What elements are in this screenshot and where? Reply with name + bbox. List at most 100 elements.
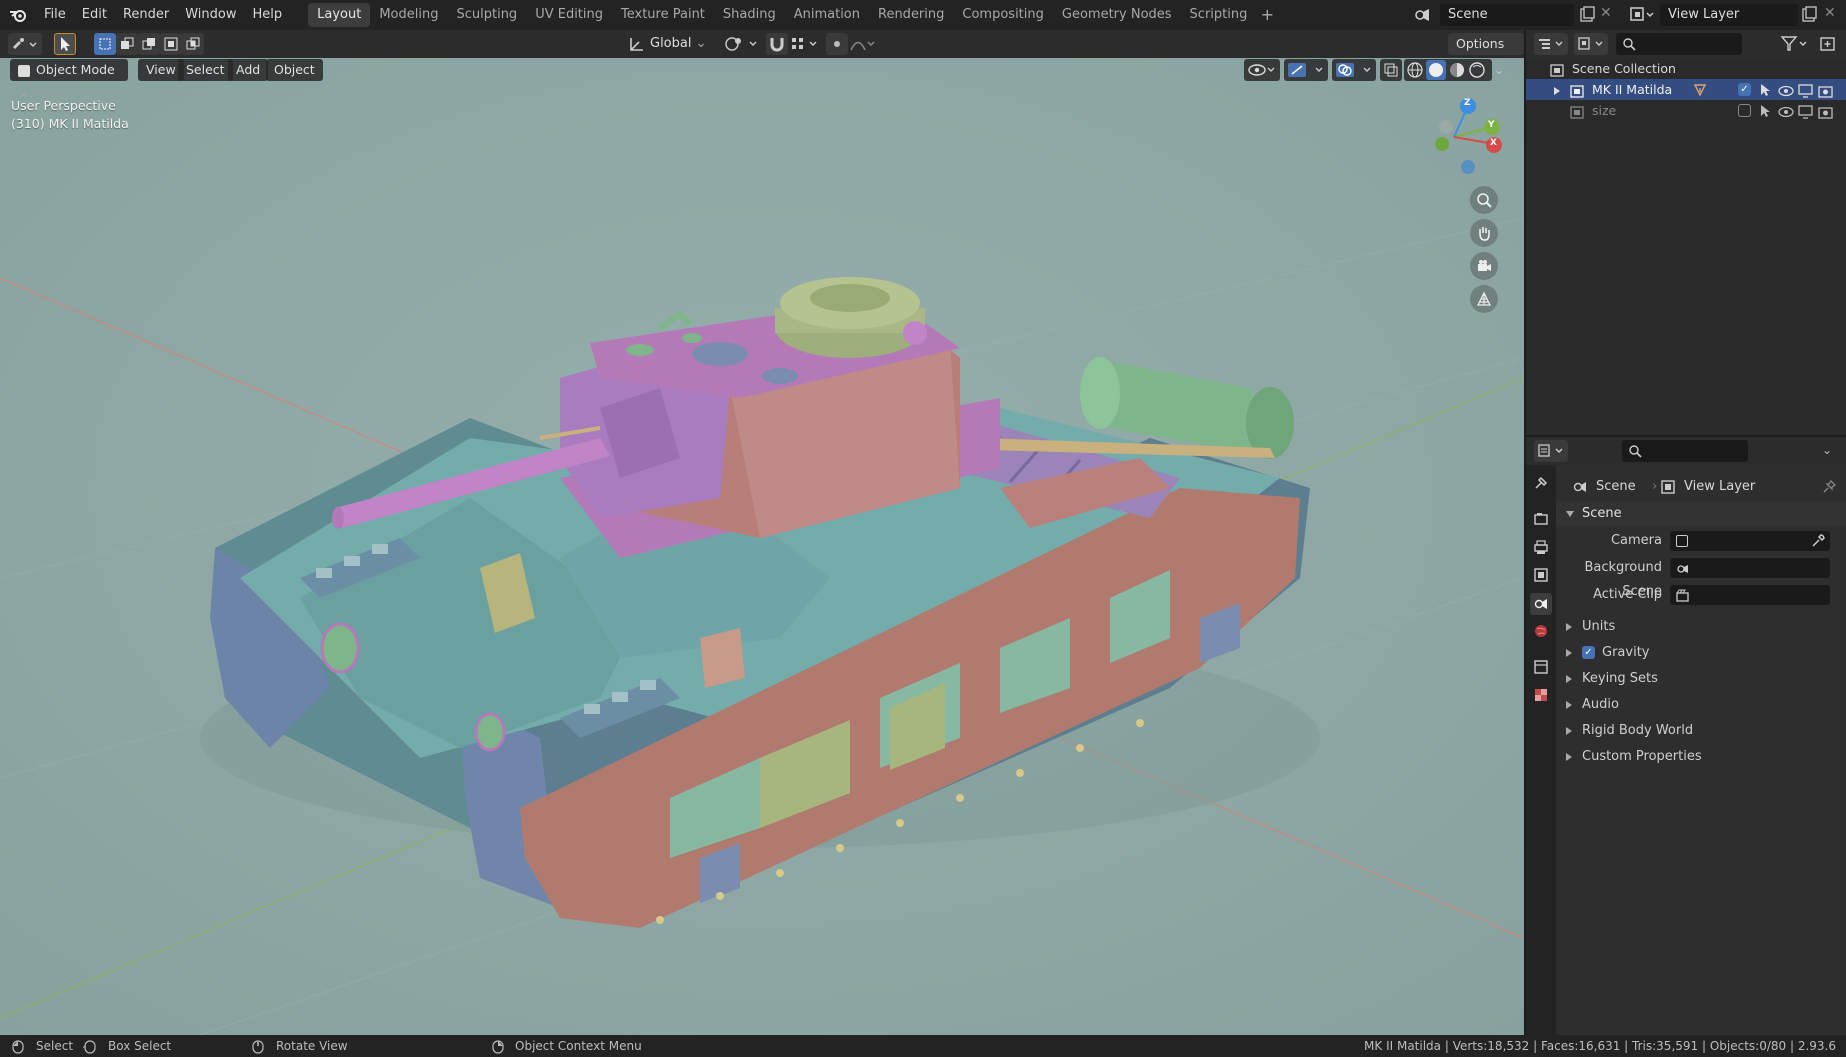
camera-view-icon[interactable] <box>1470 252 1498 280</box>
selectable-arrow-icon[interactable] <box>1758 103 1772 117</box>
menu-help[interactable]: Help <box>245 0 291 30</box>
view-menu[interactable]: View <box>138 59 184 81</box>
tweak-tool-icon[interactable] <box>54 33 76 55</box>
output-tab-icon[interactable] <box>1531 537 1551 557</box>
snap-increment-icon[interactable] <box>788 33 822 55</box>
texture-tab-icon[interactable] <box>1531 685 1551 705</box>
material-shading-icon[interactable] <box>1448 61 1466 79</box>
hide-eye-icon[interactable] <box>1778 104 1794 118</box>
select-extend-icon[interactable] <box>116 33 138 55</box>
tab-modeling[interactable]: Modeling <box>370 3 447 27</box>
scene-name-field[interactable]: Scene <box>1440 4 1574 26</box>
collection-tab-icon[interactable] <box>1531 657 1551 677</box>
outliner-item-mk2-matilda[interactable]: MK II Matilda ✓ <box>1526 79 1846 100</box>
menu-render[interactable]: Render <box>115 0 177 30</box>
gizmo-toggle-icon[interactable] <box>1284 59 1328 81</box>
proportional-edit-icon[interactable] <box>826 33 848 55</box>
gizmo-neg-y-icon[interactable] <box>1435 137 1449 151</box>
render-tab-icon[interactable] <box>1531 509 1551 529</box>
tab-rendering[interactable]: Rendering <box>869 3 953 27</box>
3d-viewport[interactable]: User Perspective (310) MK II Matilda Z Y… <box>0 58 1524 1035</box>
new-scene-icon[interactable] <box>1578 6 1596 24</box>
solid-shading-icon[interactable] <box>1426 60 1446 80</box>
pan-view-hand-icon[interactable] <box>1470 219 1498 247</box>
view-layer-field[interactable]: View Layer <box>1660 4 1798 26</box>
zoom-view-icon[interactable] <box>1470 186 1498 214</box>
tab-compositing[interactable]: Compositing <box>953 3 1053 27</box>
expand-arrow-icon[interactable] <box>1554 79 1568 100</box>
tab-scripting[interactable]: Scripting <box>1181 3 1257 27</box>
tool-tab-icon[interactable] <box>1531 473 1551 493</box>
falloff-icon[interactable] <box>848 33 876 55</box>
exclude-checkbox[interactable] <box>1738 104 1751 117</box>
pivot-point-icon[interactable] <box>722 33 764 55</box>
ortho-toggle-grid-icon[interactable] <box>1470 285 1498 313</box>
audio-panel-header[interactable]: Audio <box>1556 693 1846 717</box>
filter-icon[interactable] <box>1780 34 1810 54</box>
scene-tab-icon[interactable] <box>1530 593 1552 615</box>
rigid-body-world-panel-header[interactable]: Rigid Body World <box>1556 719 1846 743</box>
keying-sets-panel-header[interactable]: Keying Sets <box>1556 667 1846 691</box>
add-workspace-button[interactable]: + <box>1256 4 1278 26</box>
select-menu[interactable]: Select <box>178 59 233 81</box>
menu-edit[interactable]: Edit <box>74 0 115 30</box>
tab-uv-editing[interactable]: UV Editing <box>526 3 612 27</box>
visibility-eye-icon[interactable] <box>1244 59 1280 81</box>
select-invert-icon[interactable] <box>160 33 182 55</box>
scene-section-header[interactable]: Scene <box>1556 502 1846 526</box>
disable-viewport-monitor-icon[interactable] <box>1798 83 1814 98</box>
select-intersect-icon[interactable] <box>182 33 204 55</box>
tab-animation[interactable]: Animation <box>785 3 869 27</box>
world-tab-icon[interactable] <box>1531 621 1551 641</box>
background-scene-field[interactable] <box>1670 558 1830 578</box>
active-clip-field[interactable] <box>1670 585 1830 605</box>
selectable-arrow-icon[interactable] <box>1758 82 1772 96</box>
tab-geometry-nodes[interactable]: Geometry Nodes <box>1053 3 1181 27</box>
select-new-icon[interactable] <box>94 33 116 55</box>
gizmo-neg-z-icon[interactable] <box>1461 160 1475 174</box>
tab-layout[interactable]: Layout <box>308 3 371 27</box>
rendered-shading-icon[interactable] <box>1468 61 1486 79</box>
properties-editor-type-icon[interactable] <box>1534 440 1568 462</box>
gravity-panel-header[interactable]: ✓ Gravity <box>1556 641 1846 665</box>
wireframe-shading-icon[interactable] <box>1406 61 1424 79</box>
navigation-gizmo[interactable]: Z Y X <box>1412 94 1502 184</box>
outliner-item-size[interactable]: size <box>1526 100 1846 121</box>
display-mode-icon[interactable] <box>1574 33 1608 55</box>
gizmo-neg-x-icon[interactable] <box>1439 120 1453 134</box>
mode-dropdown[interactable]: Object Mode ⌄ <box>10 59 128 99</box>
disable-render-camera-icon[interactable] <box>1818 104 1834 119</box>
camera-field[interactable] <box>1670 531 1830 551</box>
new-collection-icon[interactable] <box>1818 34 1840 54</box>
menu-window[interactable]: Window <box>177 0 244 30</box>
hide-eye-icon[interactable] <box>1778 83 1794 97</box>
outliner-editor-type-icon[interactable] <box>1534 33 1568 55</box>
eyedropper-icon[interactable] <box>1810 533 1826 549</box>
scene-icon[interactable] <box>1412 3 1434 27</box>
tab-shading[interactable]: Shading <box>714 3 785 27</box>
custom-properties-panel-header[interactable]: Custom Properties <box>1556 745 1846 769</box>
orientation-dropdown[interactable]: Global ⌄ <box>650 33 707 55</box>
view-layer-tab-icon[interactable] <box>1531 565 1551 585</box>
menu-file[interactable]: File <box>36 0 74 30</box>
delete-scene-icon[interactable]: ✕ <box>1600 5 1616 23</box>
editor-type-icon[interactable] <box>8 33 42 55</box>
shading-options-chevron-icon[interactable]: ⌄ <box>1494 63 1508 77</box>
options-dropdown[interactable]: Options ⌄ <box>1448 33 1524 73</box>
add-menu[interactable]: Add <box>228 59 269 81</box>
snap-magnet-icon[interactable] <box>766 33 788 55</box>
tab-texture-paint[interactable]: Texture Paint <box>612 3 714 27</box>
scene-collection-row[interactable]: Scene Collection <box>1526 58 1846 79</box>
xray-toggle-icon[interactable] <box>1380 59 1402 81</box>
properties-options-chevron-icon[interactable]: ⌄ <box>1822 443 1838 459</box>
disable-viewport-monitor-icon[interactable] <box>1798 104 1814 119</box>
view-layer-icon[interactable] <box>1628 3 1656 27</box>
blender-logo-icon[interactable] <box>0 0 36 30</box>
object-menu[interactable]: Object <box>266 59 323 81</box>
delete-view-layer-icon[interactable]: ✕ <box>1824 5 1840 23</box>
new-view-layer-icon[interactable] <box>1800 6 1818 24</box>
select-subtract-icon[interactable] <box>138 33 160 55</box>
overlays-toggle-icon[interactable] <box>1332 59 1376 81</box>
exclude-checkbox[interactable]: ✓ <box>1738 83 1751 96</box>
orientation-icon[interactable] <box>628 35 646 53</box>
